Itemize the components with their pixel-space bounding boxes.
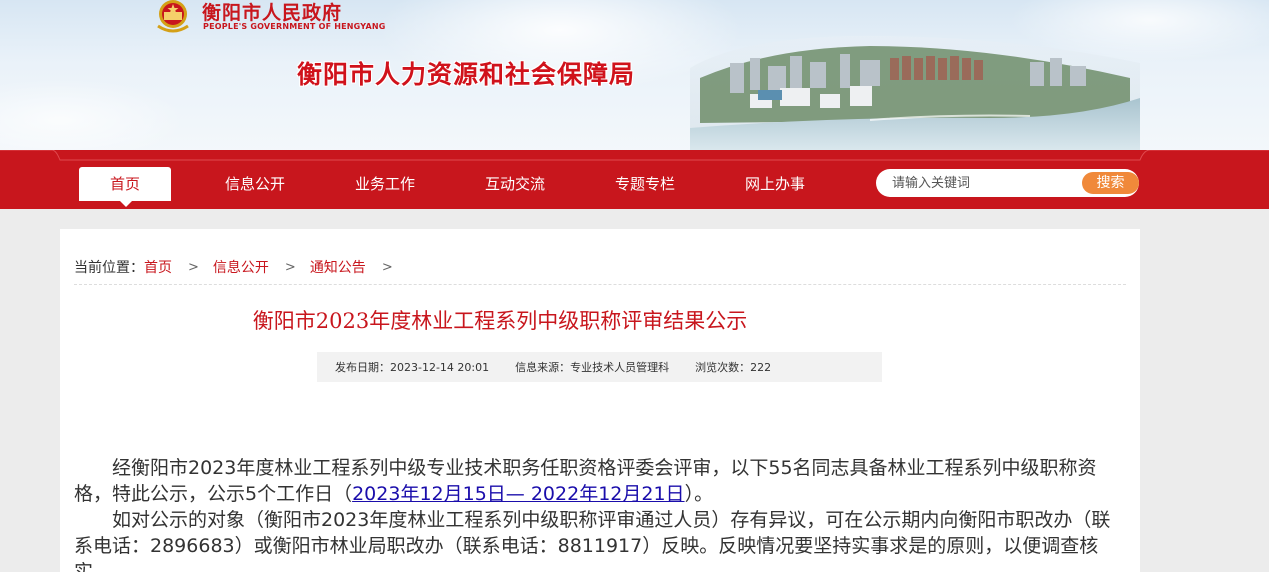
- chevron-right-icon: >: [284, 259, 296, 275]
- nav-item-interaction[interactable]: 互动交流: [469, 167, 561, 201]
- breadcrumb-info-disclosure[interactable]: 信息公开: [213, 257, 269, 277]
- city-skyline-photo: [690, 35, 1140, 153]
- nav-item-info-disclosure[interactable]: 信息公开: [209, 167, 301, 201]
- breadcrumb-notices[interactable]: 通知公告: [310, 257, 366, 277]
- search-box: 搜索: [876, 169, 1139, 197]
- paragraph-1-tail: ）。: [684, 483, 714, 505]
- publicity-period-link[interactable]: 2023年12月15日— 2022年12月21日: [352, 483, 684, 505]
- info-source: 信息来源：专业技术人员管理科: [515, 361, 670, 374]
- publish-date: 发布日期：2023-12-14 20:01: [335, 361, 490, 374]
- view-count: 浏览次数：222: [695, 361, 772, 374]
- nav-top-wave: [0, 150, 1269, 162]
- breadcrumb: 当前位置： 首页 > 信息公开 > 通知公告 >: [74, 257, 407, 277]
- search-input[interactable]: [892, 173, 1072, 193]
- breadcrumb-divider: [74, 284, 1126, 285]
- chevron-right-icon: >: [381, 259, 393, 275]
- paragraph-2: 如对公示的对象（衡阳市2023年度林业工程系列中级职称评审通过人员）存有异议，可…: [74, 509, 1111, 572]
- nav-item-online-services[interactable]: 网上办事: [729, 167, 821, 201]
- breadcrumb-prefix: 当前位置：: [74, 260, 144, 276]
- paragraph-1: 经衡阳市2023年度林业工程系列中级专业技术职务任职资格评委会评审，以下55名同…: [74, 455, 1126, 507]
- gov-english-name: PEOPLE'S GOVERNMENT OF HENGYANG: [203, 22, 386, 31]
- article-container: 当前位置： 首页 > 信息公开 > 通知公告 > 衡阳市2023年度林业工程系列…: [60, 229, 1140, 572]
- article-body: 经衡阳市2023年度林业工程系列中级专业技术职务任职资格评委会评审，以下55名同…: [74, 455, 1126, 572]
- nav-item-business[interactable]: 业务工作: [339, 167, 431, 201]
- article-title: 衡阳市2023年度林业工程系列中级职称评审结果公示: [252, 309, 748, 333]
- nav-item-special-topics[interactable]: 专题专栏: [599, 167, 691, 201]
- article-meta: 发布日期：2023-12-14 20:01 信息来源：专业技术人员管理科 浏览次…: [317, 352, 882, 382]
- bureau-name: 衡阳市人力资源和社会保障局: [297, 60, 636, 89]
- national-emblem-icon: [157, 0, 189, 33]
- nav-item-home[interactable]: 首页: [79, 167, 171, 207]
- breadcrumb-home[interactable]: 首页: [144, 257, 172, 277]
- chevron-right-icon: >: [188, 259, 199, 275]
- header-banner: 衡阳市人民政府 PEOPLE'S GOVERNMENT OF HENGYANG …: [0, 0, 1269, 160]
- search-button[interactable]: 搜索: [1082, 172, 1139, 194]
